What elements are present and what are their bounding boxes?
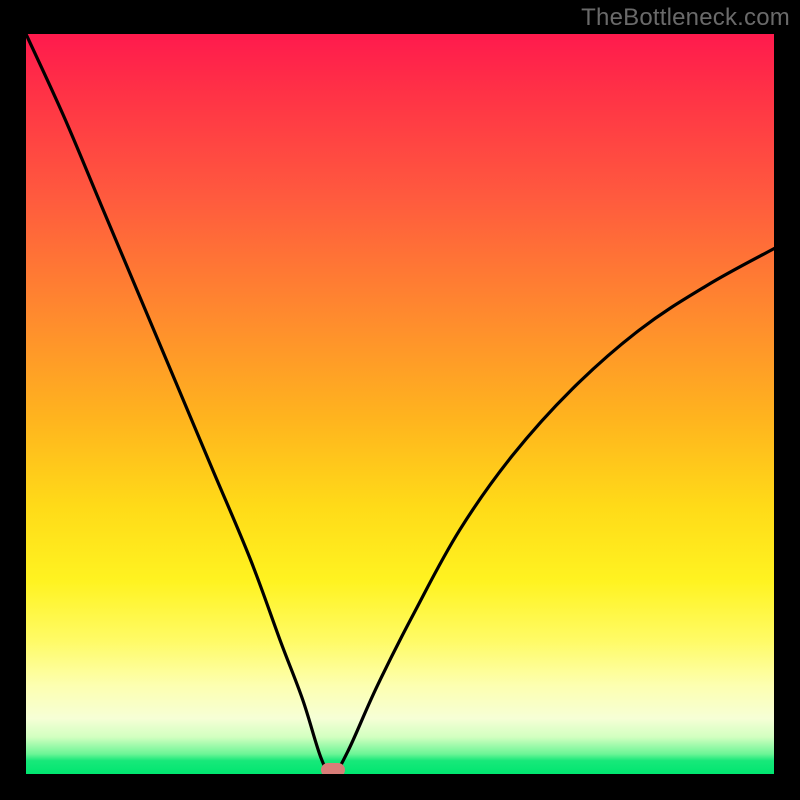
chart-frame: TheBottleneck.com [0,0,800,800]
bottleneck-curve [26,34,774,774]
optimum-marker [321,763,345,774]
plot-area [26,34,774,774]
watermark-text: TheBottleneck.com [581,4,790,32]
curve-path [26,34,774,774]
